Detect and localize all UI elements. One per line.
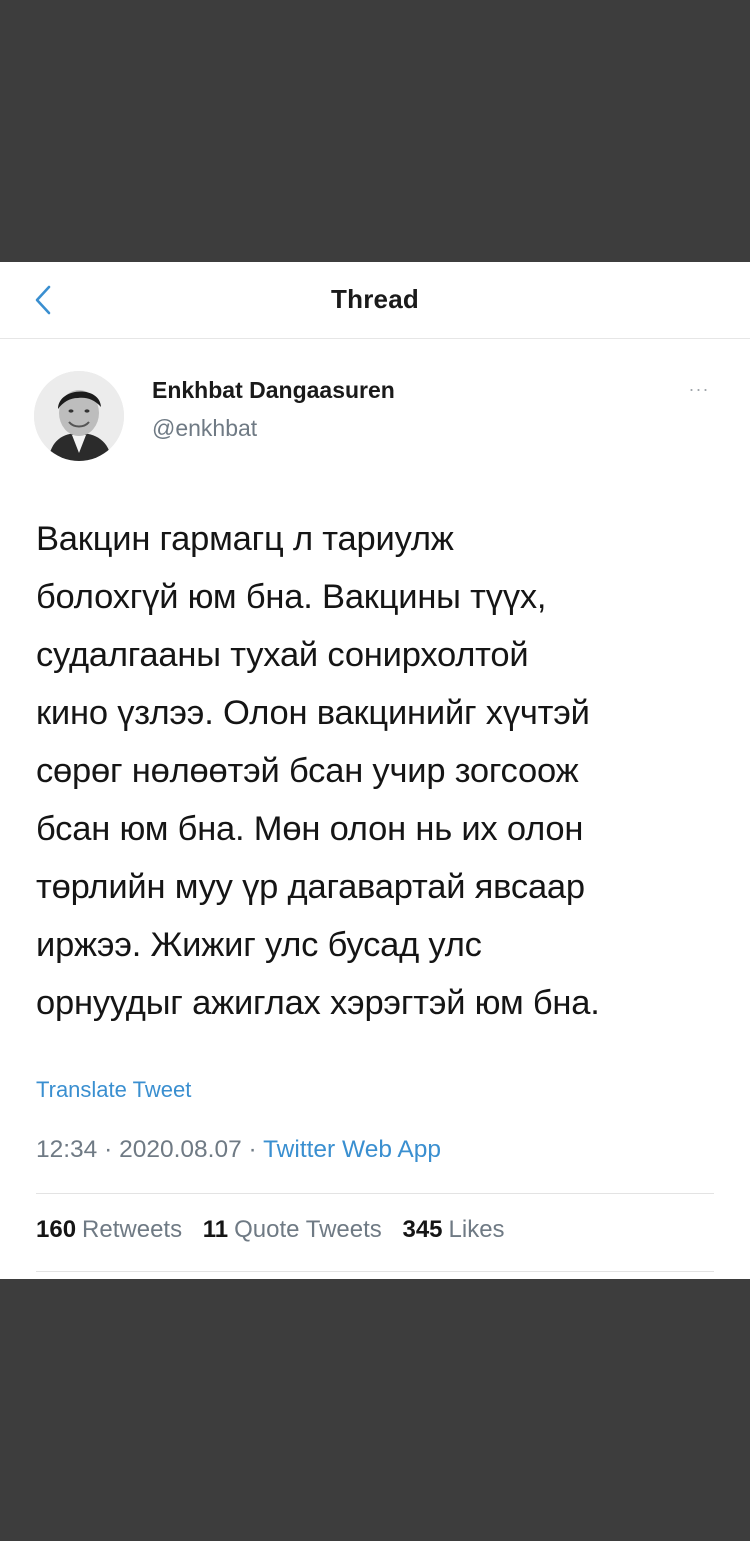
profile-photo-icon [34, 371, 124, 461]
divider [36, 1271, 714, 1272]
retweets-stat[interactable]: 160 Retweets [36, 1216, 182, 1243]
author-name[interactable]: Enkhbat Dangaasuren [152, 377, 395, 404]
divider [36, 1193, 714, 1194]
likes-stat[interactable]: 345 Likes [402, 1216, 504, 1243]
thread-card: Thread Enkhbat Dangaasuren @enkhbat ··· … [0, 262, 750, 1279]
quote-tweets-stat[interactable]: 11 Quote Tweets [203, 1216, 382, 1243]
quote-tweets-label: Quote Tweets [234, 1216, 382, 1243]
quote-tweets-count: 11 [202, 1216, 229, 1243]
meta-separator: · [241, 1136, 264, 1163]
author-handle[interactable]: @enkhbat [152, 415, 257, 442]
tweet-date: 2020.08.07 [119, 1136, 242, 1163]
likes-label: Likes [448, 1216, 505, 1243]
tweet-time: 12:34 [36, 1136, 98, 1163]
tweet-metadata: 12:34 · 2020.08.07 · Twitter Web App [36, 1136, 441, 1164]
meta-separator: · [97, 1136, 120, 1163]
likes-count: 345 [402, 1216, 443, 1243]
retweets-count: 160 [36, 1216, 77, 1243]
retweets-label: Retweets [82, 1216, 183, 1243]
avatar[interactable] [34, 371, 124, 461]
translate-tweet-link[interactable]: Translate Tweet [36, 1077, 191, 1103]
screenshot-frame: Thread Enkhbat Dangaasuren @enkhbat ··· … [0, 0, 750, 1541]
tweet-text: Вакцин гармагц л тариулж болохгүй юм бна… [36, 520, 600, 1022]
navigation-bar: Thread [0, 262, 750, 339]
author-header: Enkhbat Dangaasuren @enkhbat ··· [0, 339, 750, 469]
more-options-icon[interactable]: ··· [682, 379, 716, 399]
engagement-stats: 160 Retweets 11 Quote Tweets 345 Likes [36, 1216, 519, 1244]
page-title: Thread [331, 284, 419, 314]
tweet-source-link[interactable]: Twitter Web App [263, 1136, 441, 1163]
